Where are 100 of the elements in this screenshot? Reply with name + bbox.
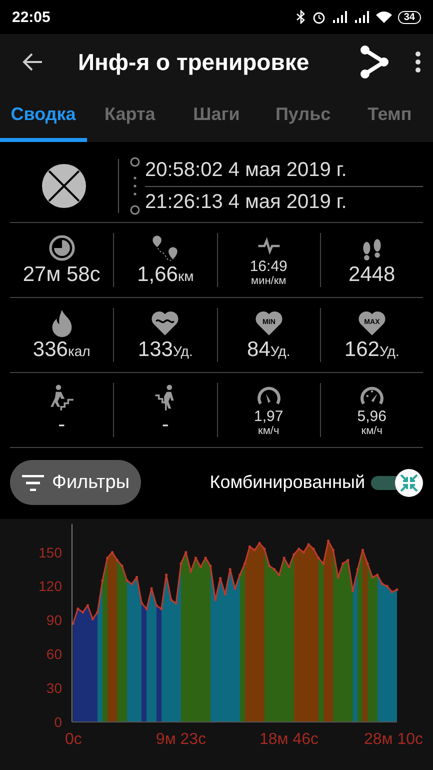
data-point (312, 548, 315, 550)
data-point (282, 556, 286, 560)
data-point (120, 564, 124, 568)
data-point (326, 540, 330, 542)
data-point (288, 566, 290, 568)
y-tick-label: 150 (38, 544, 62, 560)
data-point (86, 604, 90, 607)
data-point (170, 598, 172, 602)
data-point (386, 584, 388, 588)
data-point (140, 602, 144, 604)
y-tick-label: 0 (54, 714, 62, 730)
signal-icon (354, 11, 370, 23)
data-point (101, 579, 104, 582)
data-point (184, 550, 188, 554)
data-point (82, 610, 84, 614)
data-point (376, 574, 379, 576)
data-point (380, 582, 384, 586)
data-point (238, 574, 242, 576)
data-point (361, 548, 364, 552)
data-point (76, 608, 80, 610)
y-tick-label: 60 (46, 646, 62, 662)
stat-value: 1,66км (137, 263, 194, 287)
data-point (322, 562, 325, 565)
tab[interactable]: Карта (86, 90, 174, 142)
data-point (253, 548, 256, 552)
toggle-label: Комбинированный (210, 472, 365, 493)
data-point (332, 548, 334, 552)
data-point (199, 566, 202, 568)
x-tick-label: 0с (65, 731, 82, 748)
data-point (130, 582, 134, 586)
data-point (224, 592, 226, 596)
back-arrow-icon (22, 51, 44, 73)
data-point (272, 568, 276, 571)
stat-value: 2448 (348, 263, 396, 287)
y-tick-label: 90 (46, 612, 62, 628)
stat-value: 1,97 (254, 409, 284, 425)
data-point (190, 570, 192, 573)
data-point (307, 543, 310, 546)
data-point (371, 576, 374, 578)
data-point (72, 622, 74, 625)
data-point (116, 558, 118, 562)
filters-button[interactable]: Фильтры (10, 460, 142, 505)
stat-value: 133Уд. (138, 338, 193, 362)
data-point (218, 577, 222, 580)
stat-value: 5,96 (357, 409, 386, 425)
data-point (234, 587, 236, 590)
data-point (390, 590, 394, 594)
clock-time: 22:05 (12, 8, 50, 26)
stat-unit: км/ч (361, 425, 382, 437)
y-tick-label: 120 (38, 578, 62, 594)
screen-title: Инф-я о тренировке (78, 48, 310, 76)
tab[interactable]: Пульс (260, 90, 346, 142)
stat-value: 336кал (32, 338, 90, 362)
start-time: 20:58:02 4 мая 2019 г. (145, 154, 423, 186)
data-point (194, 556, 198, 560)
data-point (106, 556, 109, 560)
battery-icon: 34 (398, 10, 421, 24)
data-point (336, 576, 340, 578)
y-tick-label: 30 (46, 680, 62, 696)
data-point (209, 564, 212, 568)
stat-unit: мин/км (251, 275, 286, 287)
data-point (292, 553, 296, 556)
data-point (174, 602, 178, 604)
data-point (302, 550, 306, 554)
data-point (396, 588, 398, 591)
data-point (342, 562, 344, 565)
stat-value: - (58, 413, 66, 437)
signal-icon (332, 11, 348, 23)
compress-icon (400, 474, 418, 492)
data-point (145, 608, 148, 610)
bluetooth-icon (296, 10, 306, 24)
filter-icon (22, 474, 44, 490)
tab[interactable]: Темп (346, 90, 433, 142)
data-point (228, 568, 232, 571)
x-tick-label: 18м 46с (259, 731, 319, 748)
data-point (352, 589, 354, 592)
tab[interactable]: Шаги (173, 90, 260, 142)
combined-switch[interactable] (371, 468, 423, 496)
data-point (263, 548, 266, 550)
data-point (346, 558, 350, 562)
stat-value: - (162, 413, 169, 437)
data-point (164, 574, 168, 576)
stat-value: 162Уд. (344, 338, 400, 362)
end-time: 21:26:13 4 мая 2019 г. (145, 190, 348, 214)
timeline-icon (130, 156, 140, 216)
stat-value: 84Уд. (247, 338, 290, 362)
data-point (366, 562, 369, 565)
data-point (91, 618, 94, 620)
tab[interactable]: Сводка (0, 90, 87, 142)
stat-unit: км/ч (258, 425, 280, 437)
data-point (155, 604, 158, 607)
data-point (356, 568, 360, 571)
data-point (110, 550, 114, 554)
data-point (278, 574, 280, 576)
data-point (96, 610, 99, 614)
data-point (248, 545, 252, 548)
x-tick-label: 28м 10с (364, 731, 423, 748)
more-icon (415, 51, 421, 73)
x-tick-label: 9м 23с (156, 731, 206, 748)
data-point (126, 579, 128, 582)
